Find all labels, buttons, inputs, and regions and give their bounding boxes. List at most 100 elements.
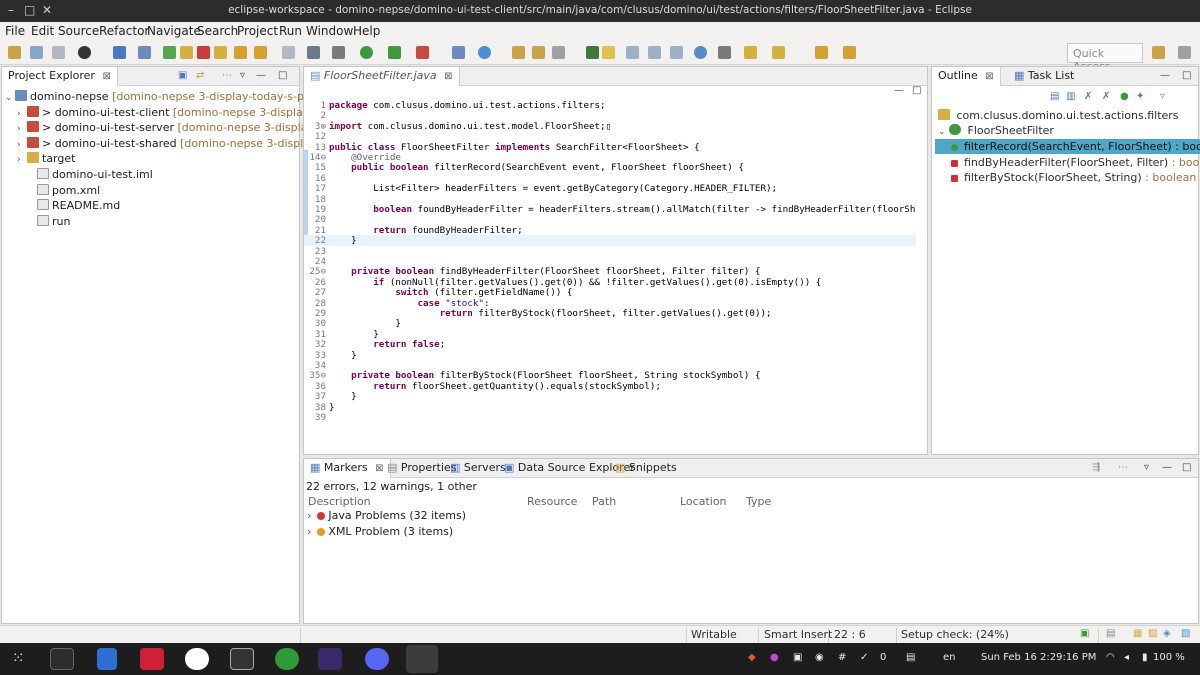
tray-icon-1[interactable]: ▤: [1106, 628, 1115, 639]
maximize-view-icon[interactable]: □: [1182, 70, 1191, 81]
outline-method[interactable]: filterRecord(SearchEvent, FloorSheet) : …: [935, 139, 1200, 154]
new-icon[interactable]: [8, 46, 21, 59]
chevron-right-icon[interactable]: ›: [307, 525, 311, 538]
terminate-icon[interactable]: [197, 46, 210, 59]
word-wrap-icon[interactable]: [670, 46, 683, 59]
hide-static-icon[interactable]: ✗: [1084, 91, 1092, 102]
tray-icon-5[interactable]: ▧: [1181, 628, 1190, 639]
menu-refactor[interactable]: Refactor: [99, 24, 149, 38]
system-monitor-icon[interactable]: [50, 648, 74, 670]
code-line[interactable]: 29 return filterByStock(floorSheet, filt…: [304, 308, 916, 319]
resume-icon[interactable]: [163, 46, 176, 59]
tray-icon-2[interactable]: ▦: [1133, 628, 1142, 639]
menu-help[interactable]: Help: [353, 24, 380, 38]
perspective-icon[interactable]: [1152, 46, 1165, 59]
filter-icon[interactable]: ⇶: [1092, 462, 1100, 473]
code-line[interactable]: 37 }: [304, 391, 916, 402]
save-icon[interactable]: [30, 46, 43, 59]
external-tools-icon[interactable]: [416, 46, 429, 59]
close-icon[interactable]: ⊠: [102, 71, 110, 82]
chevron-down-icon[interactable]: ⌄: [5, 93, 15, 103]
link-with-editor-icon[interactable]: ✦: [1136, 91, 1144, 102]
code-line[interactable]: 22 }: [304, 235, 916, 246]
terminal-icon[interactable]: [113, 46, 126, 59]
slack-app-icon[interactable]: [185, 648, 209, 670]
tray-icon-3[interactable]: ▨: [1148, 628, 1157, 639]
status-setup-check[interactable]: Setup check: (24%): [901, 628, 1009, 641]
code-line[interactable]: 3⊕ import com.clusus.domino.ui.test.model…: [304, 121, 916, 132]
link-editor-icon[interactable]: ⇄: [196, 70, 204, 81]
tab-task-list[interactable]: ▦ Task List: [1008, 67, 1080, 86]
view-menu-icon[interactable]: ▿: [240, 70, 245, 81]
chevron-right-icon[interactable]: ›: [17, 124, 27, 134]
new-package-icon[interactable]: [478, 46, 491, 59]
code-line[interactable]: 36 return floorSheet.getQuantity().equal…: [304, 381, 916, 392]
tab-floorsheetfilter-java[interactable]: ▤ FloorSheetFilter.java ⊠: [304, 67, 460, 86]
tree-item[interactable]: pom.xml: [27, 183, 100, 197]
outline-class[interactable]: ⌄ FloorSheetFilter: [935, 123, 1057, 138]
check-icon[interactable]: ✓: [860, 652, 868, 663]
rider-app-icon[interactable]: [140, 648, 164, 670]
column-path[interactable]: Path: [592, 495, 616, 508]
code-line[interactable]: 33 }: [304, 350, 916, 361]
code-line[interactable]: 18: [304, 194, 916, 205]
chevron-right-icon[interactable]: ›: [17, 140, 27, 150]
outline-package[interactable]: com.clusus.domino.ui.test.actions.filter…: [935, 108, 1182, 123]
chevron-right-icon[interactable]: ›: [17, 155, 27, 165]
globe-icon[interactable]: [694, 46, 707, 59]
code-line[interactable]: 23: [304, 246, 916, 257]
view-menu-icon[interactable]: ▿: [1160, 91, 1165, 102]
step-into-icon[interactable]: [234, 46, 247, 59]
column-description[interactable]: Description: [308, 495, 371, 508]
minimize-editor-icon[interactable]: —: [894, 85, 904, 96]
files-app-icon[interactable]: [97, 648, 117, 670]
code-line[interactable]: 24: [304, 256, 916, 267]
code-line[interactable]: 1 package com.clusus.domino.ui.test.actio…: [304, 100, 916, 111]
menu-edit[interactable]: Edit: [31, 24, 54, 38]
outline-method[interactable]: findByHeaderFilter(FloorSheet, Filter) :…: [935, 155, 1200, 170]
chevron-right-icon[interactable]: ›: [307, 509, 311, 522]
settings-icon[interactable]: [78, 46, 91, 59]
hide-local-types-icon[interactable]: ●: [1120, 91, 1129, 102]
suspend-icon[interactable]: [180, 46, 193, 59]
tab-project-explorer[interactable]: Project Explorer ⊠: [2, 67, 118, 86]
annotation-icon[interactable]: [718, 46, 731, 59]
code-line[interactable]: 12: [304, 131, 916, 142]
code-line[interactable]: 2: [304, 110, 916, 121]
debug-settings-icon[interactable]: [332, 46, 345, 59]
back-icon[interactable]: [815, 46, 828, 59]
close-icon[interactable]: ⊠: [444, 71, 452, 82]
quick-access-input[interactable]: Quick Access: [1067, 43, 1143, 73]
language-indicator[interactable]: en: [943, 652, 956, 663]
code-line[interactable]: 30 }: [304, 318, 916, 329]
code-line[interactable]: 31 }: [304, 329, 916, 340]
battery-icon[interactable]: ▮: [1142, 652, 1148, 663]
tray-app-2-icon[interactable]: ●: [770, 652, 779, 663]
code-line[interactable]: 35⊖ private boolean filterByStock(FloorS…: [304, 370, 916, 381]
window-app-icon[interactable]: [230, 648, 254, 670]
code-line[interactable]: 16: [304, 173, 916, 184]
skip-breakpoints-icon[interactable]: [138, 46, 151, 59]
minimize-view-icon[interactable]: —: [256, 70, 266, 81]
filter-icon[interactable]: ⋯: [222, 70, 232, 81]
collapse-all-icon[interactable]: ▣: [178, 70, 187, 81]
coverage-icon[interactable]: [388, 46, 401, 59]
slack-tray-icon[interactable]: #: [838, 652, 846, 663]
sort-icon[interactable]: ▤: [1050, 91, 1059, 102]
menu-project[interactable]: Project: [237, 24, 278, 38]
tree-item[interactable]: domino-ui-test.iml: [27, 168, 153, 181]
intellij-app-icon[interactable]: [318, 648, 342, 670]
block-selection-icon[interactable]: [648, 46, 661, 59]
chevron-down-icon[interactable]: ⌄: [938, 127, 946, 137]
code-line[interactable]: 19 boolean foundByHeaderFilter = headerF…: [304, 204, 916, 215]
column-type[interactable]: Type: [746, 495, 771, 508]
tray-app-3-icon[interactable]: ▣: [793, 652, 802, 663]
close-icon[interactable]: ⊠: [985, 71, 993, 82]
discord-app-icon[interactable]: [365, 648, 389, 670]
marker-category[interactable]: › XML Problem (3 items): [307, 525, 453, 538]
maximize-view-icon[interactable]: □: [278, 70, 287, 81]
minimize-view-icon[interactable]: —: [1160, 70, 1170, 81]
minimize-view-icon[interactable]: —: [1162, 462, 1172, 473]
code-line[interactable]: 25⊖ private boolean findByHeaderFilter(F…: [304, 266, 916, 277]
tray-app-1-icon[interactable]: ◆: [748, 652, 756, 663]
